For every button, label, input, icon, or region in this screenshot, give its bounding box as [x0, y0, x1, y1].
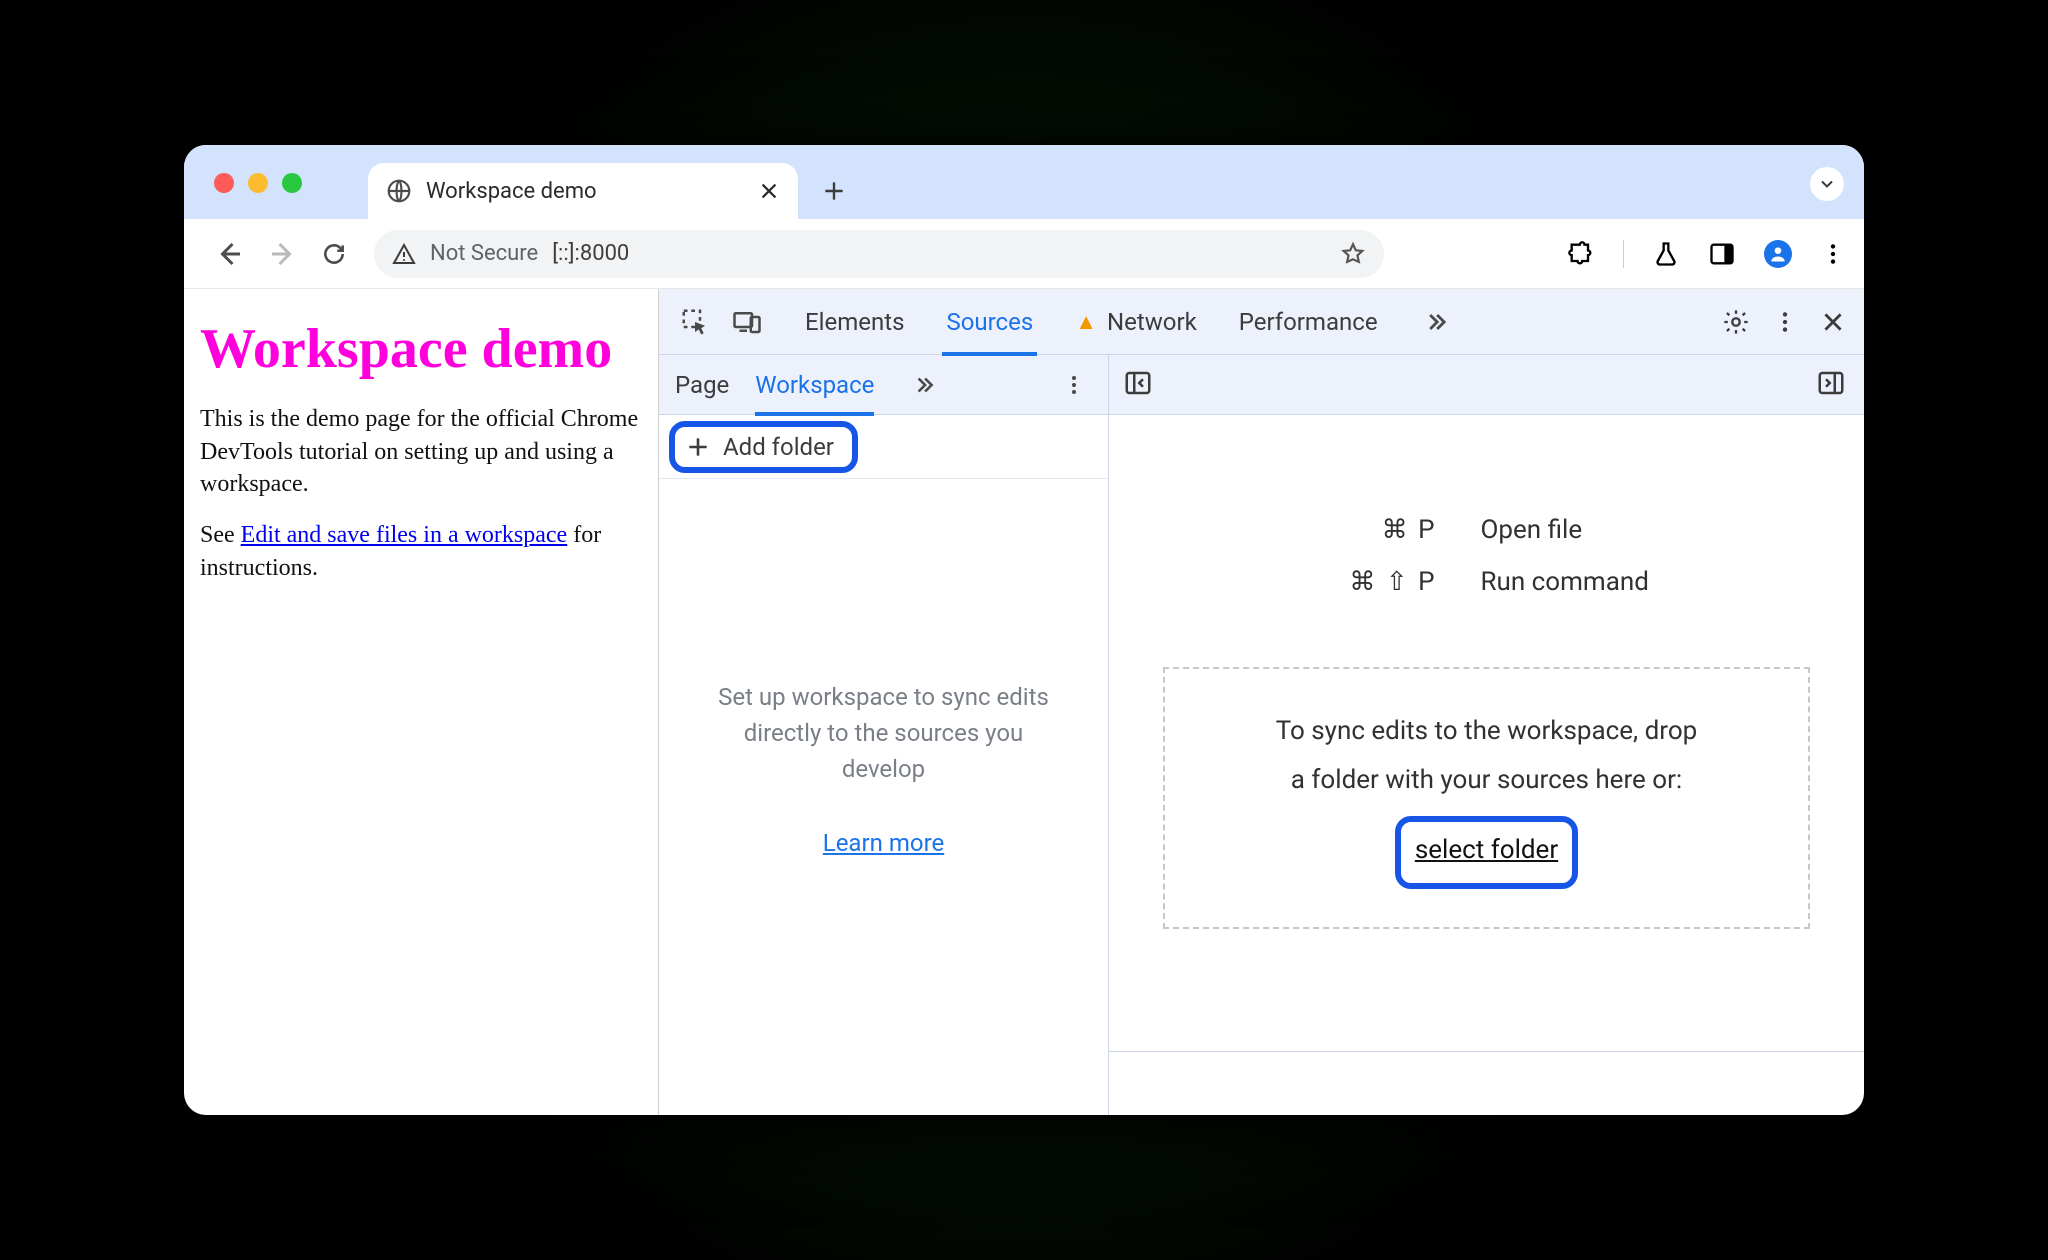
shortcut-hints: ⌘ P Open file ⌘ ⇧ P Run command: [1109, 515, 1864, 597]
devtools-close-icon[interactable]: [1820, 309, 1846, 335]
tab-network-label: Network: [1107, 308, 1197, 336]
toolbar-separator: [1623, 240, 1624, 268]
browser-window: Workspace demo: [184, 145, 1864, 1115]
not-secure-label: Not Secure: [430, 241, 538, 266]
devtools-panel: Elements Sources ▲ Network Performance: [658, 289, 1864, 1115]
workspace-navigator-pane: Add folder Set up workspace to sync edit…: [659, 415, 1109, 1115]
side-panel-icon[interactable]: [1708, 240, 1736, 268]
sources-editor-pane: ⌘ P Open file ⌘ ⇧ P Run command To sync …: [1109, 415, 1864, 1115]
labs-icon[interactable]: [1652, 240, 1680, 268]
warning-icon: ▲: [1075, 309, 1097, 335]
toggle-debugger-icon[interactable]: [1816, 368, 1850, 402]
extensions-icon[interactable]: [1567, 240, 1595, 268]
subtab-workspace[interactable]: Workspace: [755, 355, 874, 415]
page-text: See: [200, 522, 241, 548]
drop-zone-text: a folder with your sources here or:: [1205, 756, 1768, 805]
more-subtabs-icon[interactable]: [906, 367, 942, 403]
devtools-main-tabs: Elements Sources ▲ Network Performance: [803, 289, 1454, 355]
workspace-drop-zone[interactable]: To sync edits to the workspace, drop a f…: [1163, 667, 1810, 929]
devtools-settings-icon[interactable]: [1722, 308, 1750, 336]
tab-network[interactable]: ▲ Network: [1073, 289, 1199, 355]
bookmark-star-icon[interactable]: [1340, 241, 1366, 267]
learn-more-link[interactable]: Learn more: [823, 829, 944, 857]
browser-toolbar: Not Secure [::]:8000: [184, 219, 1864, 289]
more-tabs-icon[interactable]: [1418, 304, 1454, 340]
forward-button[interactable]: [260, 232, 304, 276]
window-maximize-button[interactable]: [282, 173, 302, 193]
add-folder-button[interactable]: Add folder: [669, 421, 858, 473]
window-minimize-button[interactable]: [248, 173, 268, 193]
address-bar[interactable]: Not Secure [::]:8000: [374, 230, 1384, 278]
page-paragraph: See Edit and save files in a workspace f…: [200, 519, 640, 584]
tab-sources[interactable]: Sources: [944, 289, 1035, 355]
shortcut-label: Open file: [1481, 515, 1583, 545]
content-area: Workspace demo This is the demo page for…: [184, 289, 1864, 1115]
tab-close-button[interactable]: [758, 180, 780, 202]
toggle-navigator-icon[interactable]: [1123, 368, 1157, 402]
window-close-button[interactable]: [214, 173, 234, 193]
profile-avatar[interactable]: [1764, 240, 1792, 268]
sources-navigator-menu-icon[interactable]: [1056, 367, 1092, 403]
back-button[interactable]: [208, 232, 252, 276]
reload-button[interactable]: [312, 232, 356, 276]
not-secure-icon: [392, 242, 416, 266]
device-toolbar-icon[interactable]: [729, 304, 765, 340]
chrome-menu-button[interactable]: [1820, 241, 1846, 267]
devtools-top-bar: Elements Sources ▲ Network Performance: [659, 289, 1864, 355]
page-paragraph: This is the demo page for the official C…: [200, 403, 640, 501]
shortcut-keys: ⌘ ⇧ P: [1307, 567, 1437, 597]
address-url: [::]:8000: [552, 241, 629, 266]
browser-tab-title: Workspace demo: [426, 179, 744, 204]
add-folder-label: Add folder: [723, 433, 834, 461]
rendered-page: Workspace demo This is the demo page for…: [184, 289, 658, 1115]
select-folder-button[interactable]: select folder: [1395, 816, 1578, 889]
sources-bottom-bar: [1109, 1051, 1864, 1115]
tab-strip: Workspace demo: [184, 145, 1864, 219]
subtab-page[interactable]: Page: [675, 355, 729, 415]
window-controls: [214, 173, 302, 193]
drop-zone-text: To sync edits to the workspace, drop: [1205, 707, 1768, 756]
page-link[interactable]: Edit and save files in a workspace: [241, 522, 568, 548]
tab-performance[interactable]: Performance: [1237, 289, 1380, 355]
shortcut-keys: ⌘ P: [1307, 515, 1437, 545]
workspace-empty-message: Set up workspace to sync edits directly …: [659, 679, 1108, 787]
shortcut-label: Run command: [1481, 567, 1649, 597]
sources-sub-bar: Page Workspace: [659, 355, 1864, 415]
browser-tab[interactable]: Workspace demo: [368, 163, 798, 219]
new-tab-button[interactable]: [812, 169, 856, 213]
inspect-element-icon[interactable]: [677, 304, 713, 340]
tab-elements[interactable]: Elements: [803, 289, 906, 355]
page-heading: Workspace demo: [200, 317, 640, 381]
devtools-menu-icon[interactable]: [1772, 309, 1798, 335]
globe-icon: [386, 178, 412, 204]
tab-search-button[interactable]: [1810, 167, 1844, 201]
